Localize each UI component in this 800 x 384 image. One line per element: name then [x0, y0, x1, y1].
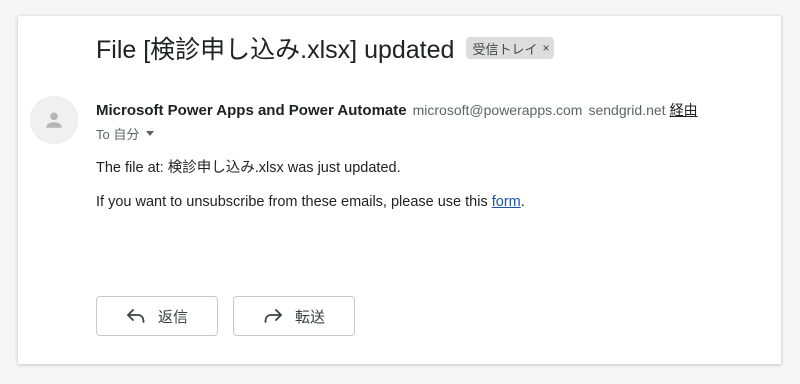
caret-down-icon[interactable] [146, 131, 155, 136]
unsubscribe-text: If you want to unsubscribe from these em… [96, 194, 492, 210]
forward-button[interactable]: 転送 [233, 296, 355, 336]
inbox-label-chip[interactable]: 受信トレイ × [466, 37, 555, 59]
forward-arrow-icon [264, 309, 282, 323]
email-subject: File [検診申し込み.xlsx] updated [96, 36, 455, 64]
person-icon [46, 112, 62, 128]
sender-email: microsoft@powerapps.com [412, 102, 583, 118]
avatar[interactable] [30, 96, 78, 144]
reply-button-label: 返信 [157, 308, 188, 326]
unsubscribe-form-link[interactable]: form [492, 194, 521, 210]
reply-button[interactable]: 返信 [96, 296, 218, 336]
subject-row: File [検診申し込み.xlsx] updated 受信トレイ × [96, 30, 555, 66]
sender-name[interactable]: Microsoft Power Apps and Power Automate [96, 102, 407, 119]
inbox-label-text: 受信トレイ [472, 41, 538, 57]
email-card: File [検診申し込み.xlsx] updated 受信トレイ × Micro… [18, 16, 781, 364]
relay-domain: sendgrid.net [588, 102, 666, 118]
unsubscribe-period: . [520, 194, 525, 210]
reply-arrow-icon [127, 309, 145, 323]
recipient-details-toggle[interactable]: To 自分 [96, 124, 155, 143]
remove-label-icon[interactable]: × [542, 41, 549, 55]
to-label: To 自分 [96, 127, 140, 142]
body-line-unsubscribe: If you want to unsubscribe from these em… [96, 194, 525, 210]
via-link[interactable]: 経由 [670, 102, 698, 118]
sender-row: Microsoft Power Apps and Power Automate … [96, 100, 698, 120]
forward-button-label: 転送 [294, 308, 325, 326]
body-line-file-updated: The file at: 検診申し込み.xlsx was just update… [96, 160, 401, 176]
